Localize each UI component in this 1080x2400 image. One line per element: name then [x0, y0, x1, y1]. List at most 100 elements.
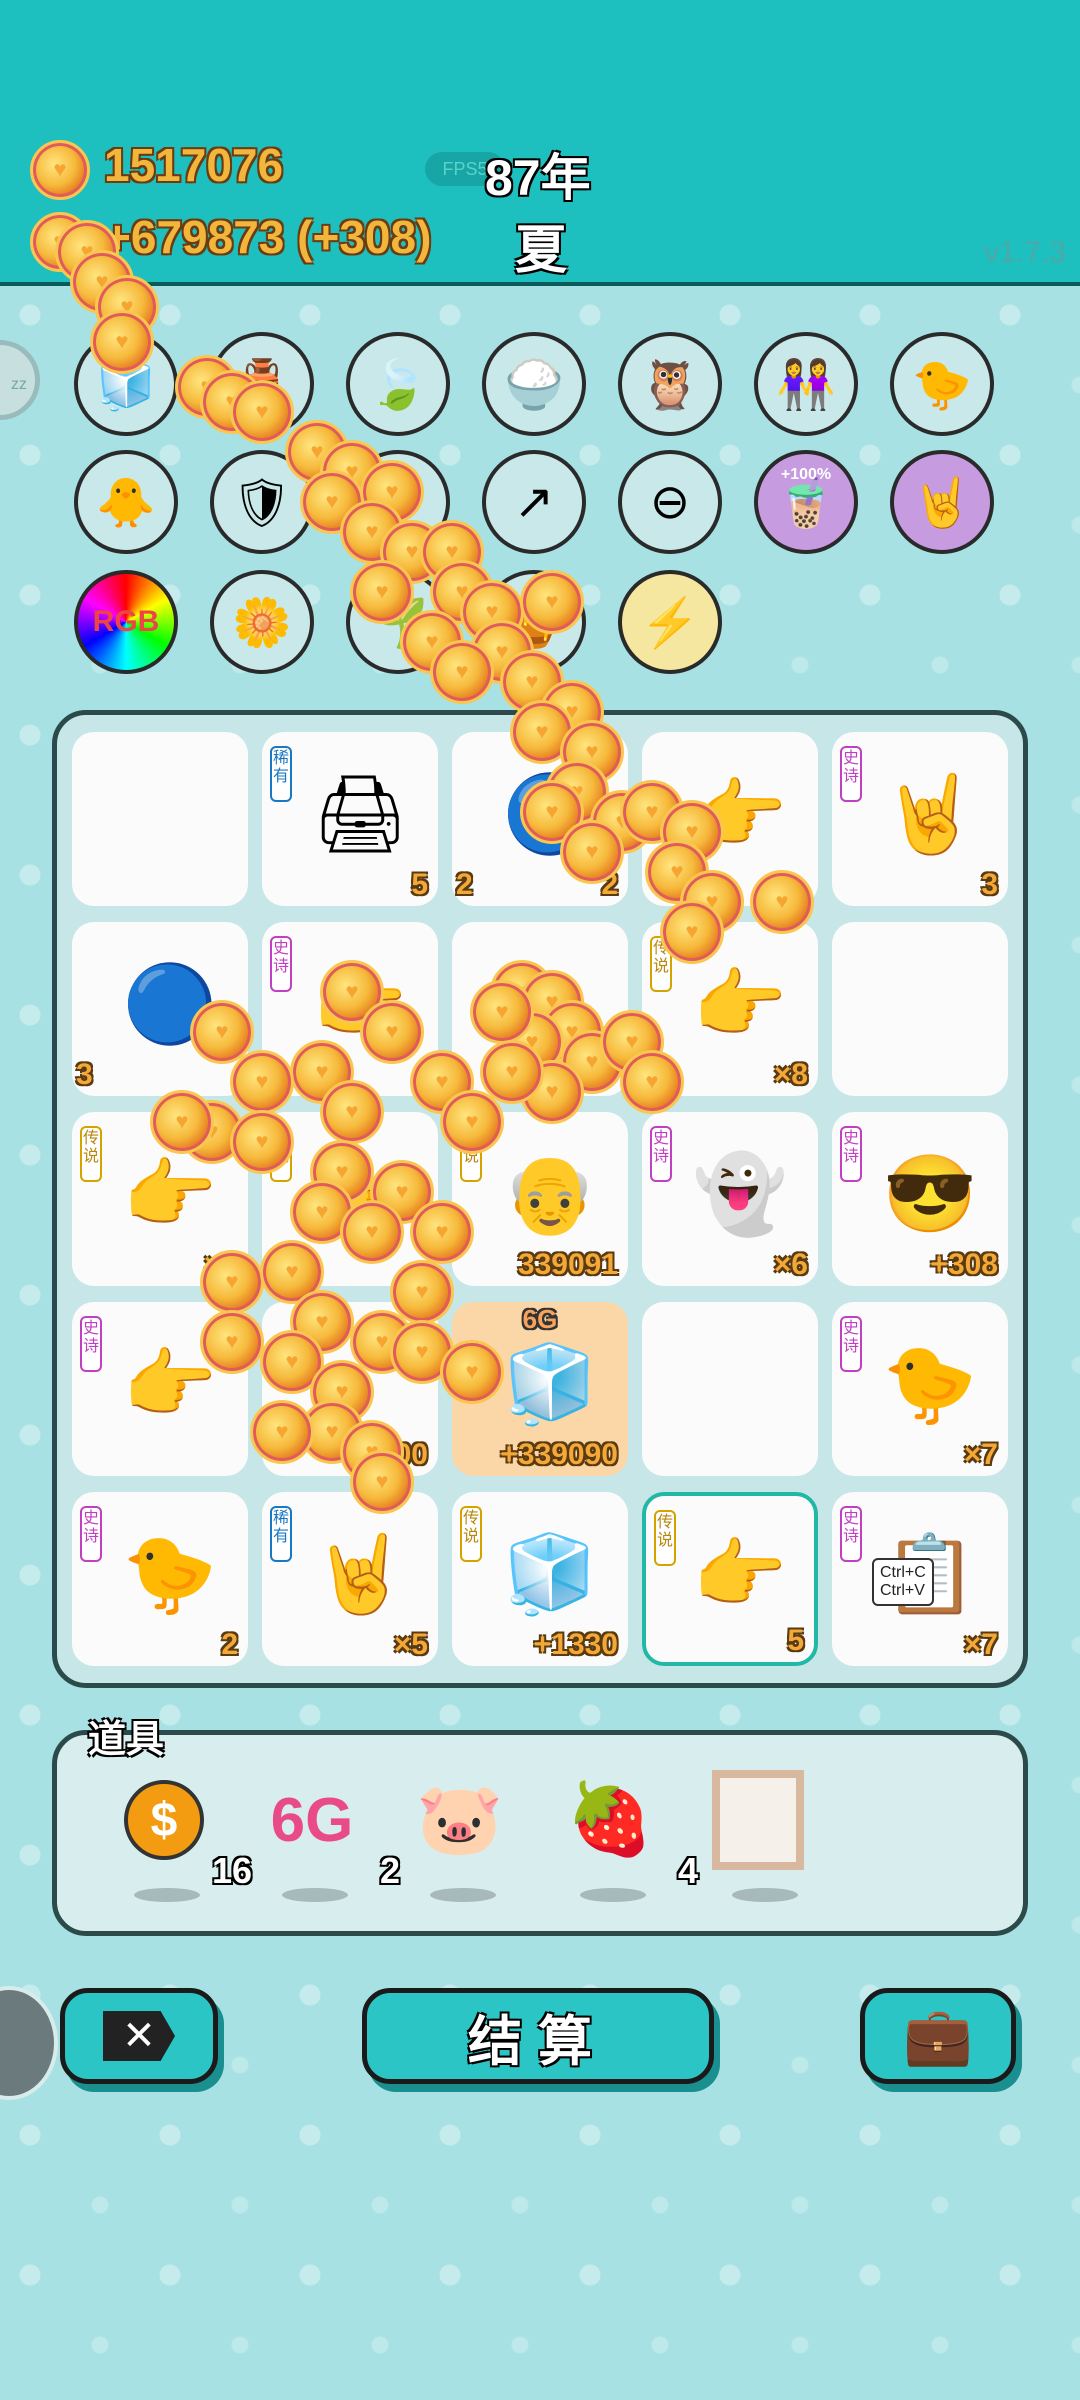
cell-top-label: 6G	[522, 1304, 558, 1334]
perk-rgb[interactable]: RGB	[74, 570, 178, 674]
perk-chick-egg-2[interactable]: 🐥	[74, 450, 178, 554]
flying-coin-icon	[470, 980, 534, 1044]
close-icon: ✕	[103, 2011, 175, 2061]
board-cell[interactable]: 史诗 🐤 2	[72, 1492, 248, 1666]
item-shadow	[430, 1888, 496, 1902]
cell-count: ×5	[393, 1628, 428, 1661]
flying-coin-icon	[560, 820, 624, 884]
cell-count: +1330	[533, 1628, 618, 1661]
cell-icon: 👉	[692, 1532, 788, 1617]
flower-pot-icon: 🌼	[232, 596, 292, 650]
rgb-icon: RGB	[92, 605, 160, 638]
twins-icon: 👭	[776, 358, 836, 412]
rarity-tag: 传说	[460, 1506, 482, 1562]
perk-minus[interactable]: ⊖	[618, 450, 722, 554]
close-button[interactable]: ✕	[60, 1988, 218, 2084]
flying-coin-icon	[360, 1000, 424, 1064]
perk-flower-pot[interactable]: 🌼	[210, 570, 314, 674]
perk-owl[interactable]: 🦉	[618, 332, 722, 436]
item-count: 16	[211, 1850, 252, 1891]
owl-icon: 🦉	[640, 358, 700, 412]
strawberry-icon: 🍓	[566, 1780, 654, 1858]
chick-egg-icon: 🐤	[912, 358, 972, 412]
cell-count: +339090	[500, 1438, 618, 1471]
rarity-tag: 传说	[80, 1126, 102, 1182]
item-6g[interactable]: 6G 2	[262, 1770, 400, 1902]
board-cell[interactable]: 史诗 🐤 ×7	[832, 1302, 1008, 1476]
item-strawberry[interactable]: 🍓 4	[560, 1770, 698, 1902]
perk-leaf[interactable]: 🍃	[346, 332, 450, 436]
flying-coin-icon	[440, 1340, 504, 1404]
item-shadow	[282, 1888, 348, 1902]
cell-icon: 😎	[882, 1152, 978, 1237]
perk-lightning[interactable]: ⚡	[618, 570, 722, 674]
cell-icon: 🤘	[312, 1532, 408, 1617]
bag-button[interactable]: 💼	[860, 1988, 1016, 2084]
briefcase-icon: 💼	[903, 2004, 973, 2067]
settle-button[interactable]: 结算	[362, 1988, 714, 2084]
rarity-tag: 史诗	[840, 746, 862, 802]
cell-count: ×7	[963, 1628, 998, 1661]
cell-count: +308	[930, 1248, 998, 1281]
flying-coin-icon	[230, 380, 294, 444]
settle-label: 结算	[468, 2011, 608, 2072]
perk-rock-hand[interactable]: 🤘	[890, 450, 994, 554]
board-cell[interactable]: 稀有 🖨 5	[262, 732, 438, 906]
rock-hand-icon: 🤘	[912, 476, 972, 530]
cell-icon: 🤘	[882, 772, 978, 857]
perk-arrow-up[interactable]: ↗	[482, 450, 586, 554]
board-cell[interactable]: 稀有 🤘 ×5	[262, 1492, 438, 1666]
rarity-tag: 史诗	[650, 1126, 672, 1182]
piggy-bank-icon: 🐷	[416, 1780, 504, 1858]
flying-coin-icon	[350, 560, 414, 624]
cell-icon: 🧊	[502, 1342, 598, 1427]
item-frame[interactable]: ▢	[712, 1770, 822, 1902]
rarity-tag: 史诗	[840, 1506, 862, 1562]
board-cell[interactable]: 史诗 😎 +308	[832, 1112, 1008, 1286]
coin-total: 1517076	[104, 139, 284, 191]
cell-icon: 🖨	[311, 772, 409, 857]
board-cell[interactable]	[832, 922, 1008, 1096]
item-count: 2	[379, 1850, 400, 1891]
board-cell[interactable]: 史诗 👻 ×6	[642, 1112, 818, 1286]
cell-count: 3	[981, 868, 998, 901]
rarity-tag: 史诗	[270, 936, 292, 992]
flying-coin-icon	[230, 1110, 294, 1174]
cell-count: ×6	[773, 1248, 808, 1281]
flying-coin-icon	[660, 900, 724, 964]
flying-coin-icon	[440, 1090, 504, 1154]
board-cell[interactable]	[642, 1302, 818, 1476]
perk-label: +100%	[780, 466, 832, 483]
board-cell[interactable]: 史诗📋Ctrl+C Ctrl+V×7	[832, 1492, 1008, 1666]
cell-count-secondary: 2	[456, 868, 473, 901]
item-dollar-coin[interactable]: $16	[114, 1770, 252, 1902]
cell-count: 5	[411, 868, 428, 901]
perk-tea[interactable]: 🧋 +100%	[754, 450, 858, 554]
rarity-tag: 传说	[654, 1510, 676, 1566]
item-piggy-bank[interactable]: 🐷	[410, 1770, 520, 1902]
flying-coin-icon	[250, 1400, 314, 1464]
board-cell[interactable]: 史诗 🤘 3	[832, 732, 1008, 906]
flying-coin-icon	[200, 1310, 264, 1374]
cell-count: 2	[221, 1628, 238, 1661]
rarity-tag: 史诗	[840, 1316, 862, 1372]
perk-rice[interactable]: 🍚	[482, 332, 586, 436]
item-shadow	[134, 1888, 200, 1902]
coin-icon	[30, 140, 90, 200]
perk-chick-egg[interactable]: 🐤	[890, 332, 994, 436]
version-label: v1.7.3	[984, 236, 1066, 269]
perk-twins[interactable]: 👭	[754, 332, 858, 436]
minus-icon: ⊖	[649, 476, 691, 529]
flying-coin-icon	[410, 1200, 474, 1264]
board-cell[interactable]: 传说 🧊 +1330	[452, 1492, 628, 1666]
board-cell[interactable]	[72, 732, 248, 906]
cell-icon: 🧊	[502, 1532, 598, 1617]
shield-icon: 🛡	[231, 476, 293, 530]
cell-icon: 👉	[692, 962, 788, 1047]
flying-coin-icon	[200, 1250, 264, 1314]
board-cell[interactable]: 传说 👉 5	[642, 1492, 818, 1666]
item-shadow	[580, 1888, 646, 1902]
leaf-icon: 🍃	[368, 358, 428, 412]
flying-coin-icon	[320, 1080, 384, 1144]
arrow-up-icon: ↗	[513, 476, 555, 529]
